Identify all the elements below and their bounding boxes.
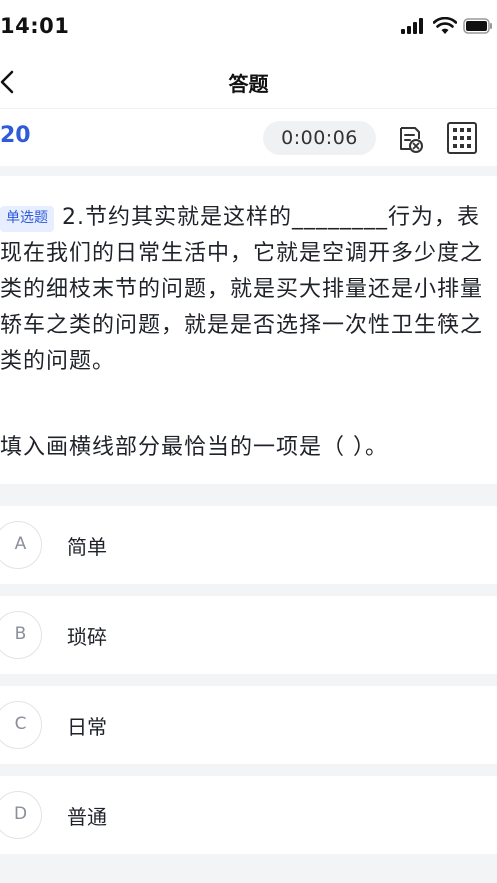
battery-icon — [463, 18, 492, 34]
timer: 0:00:06 — [263, 121, 376, 155]
question-stem: 单选题 2.节约其实就是这样的________行为，表现在我们的日常生活中，它就是… — [0, 200, 497, 380]
question-instruction: 填入画横线部分最恰当的一项是（ ）。 — [0, 435, 388, 460]
nav-bar: 答题 — [0, 56, 497, 108]
option-text: 简单 — [67, 534, 107, 559]
question-card: 单选题 2.节约其实就是这样的________行为，表现在我们的日常生活中，它就是… — [0, 166, 497, 484]
question-text: 2.节约其实就是这样的________行为，表现在我们的日常生活中，它就是空调开… — [0, 205, 484, 374]
status-icons — [401, 17, 493, 35]
option-letter: B — [0, 611, 42, 659]
status-bar: 14:01 — [0, 0, 497, 56]
question-type-badge: 单选题 — [0, 206, 54, 232]
option-letter: D — [0, 791, 42, 839]
signal-icon — [401, 18, 423, 34]
note-icon[interactable] — [395, 124, 425, 154]
status-time: 14:01 — [0, 14, 70, 38]
option-text: 琐碎 — [67, 624, 107, 649]
option-text: 普通 — [67, 804, 107, 829]
option-letter: A — [0, 521, 42, 569]
option-c[interactable]: C 日常 — [0, 686, 497, 764]
option-d[interactable]: D 普通 — [0, 776, 497, 854]
answer-sheet-grid-icon[interactable] — [446, 121, 478, 155]
option-letter: C — [0, 701, 42, 749]
option-b[interactable]: B 琐碎 — [0, 596, 497, 674]
page-title: 答题 — [228, 72, 269, 96]
option-a[interactable]: A 简单 — [0, 506, 497, 584]
question-info-bar: 20 0:00:06 — [0, 108, 497, 166]
wifi-icon — [433, 17, 457, 34]
option-text: 日常 — [67, 714, 107, 739]
question-count: 20 — [0, 123, 31, 148]
